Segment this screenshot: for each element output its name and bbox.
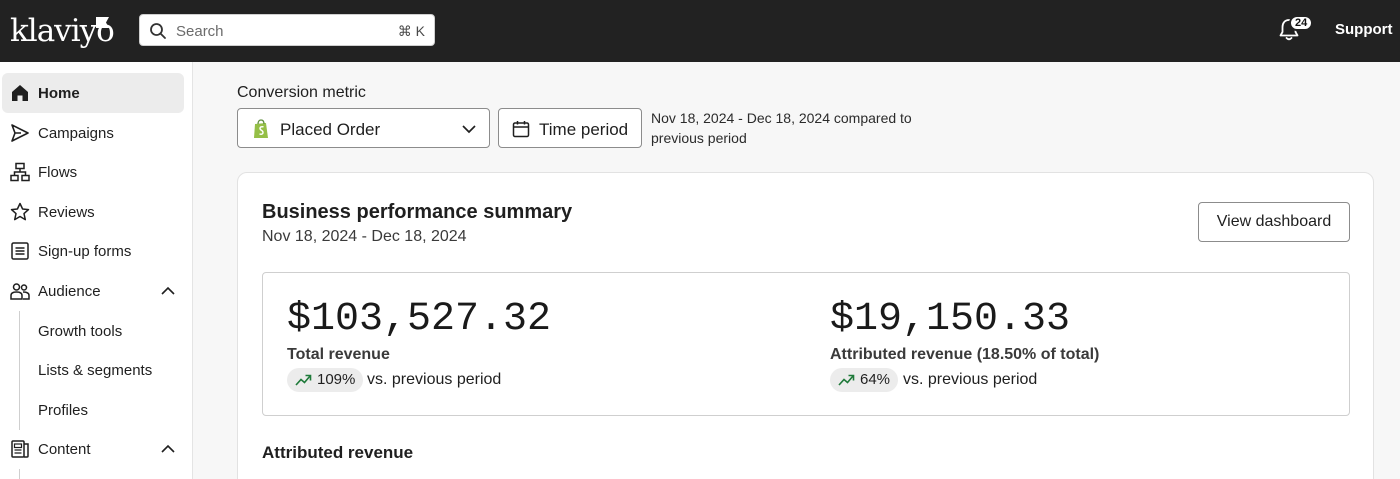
business-performance-card: Business performance summary Nov 18, 202… [237, 172, 1374, 479]
conversion-metric-label: Conversion metric [237, 84, 366, 101]
period-comparison-text: Nov 18, 2024 - Dec 18, 2024 compared to … [651, 110, 912, 146]
shopify-icon [254, 119, 268, 138]
sidebar-item-content[interactable]: Content [2, 429, 184, 469]
sidebar-item-label: Flows [38, 164, 78, 181]
sidebar-item-label: Sign-up forms [38, 243, 132, 260]
sidebar-item-label: Lists & segments [38, 362, 153, 379]
sidebar-item-profiles[interactable]: Profiles [20, 390, 184, 430]
search-icon [150, 23, 166, 39]
view-dashboard-button[interactable]: View dashboard [1198, 202, 1350, 242]
metric-value: $19,150.33 [830, 297, 1071, 342]
flows-icon [10, 162, 30, 182]
trending-up-icon [295, 374, 312, 386]
search-box[interactable]: Search ⌘ K [139, 14, 435, 46]
form-icon [11, 242, 29, 260]
sidebar-item-audience[interactable]: Audience [2, 271, 184, 311]
selected-metric: Placed Order [280, 120, 381, 139]
notification-badge: 24 [1289, 15, 1314, 31]
card-title: Business performance summary [262, 201, 573, 223]
sidebar-item-flows[interactable]: Flows [2, 152, 184, 192]
attributed-revenue-metric: $19,150.33 Attributed revenue (18.50% of… [806, 273, 1326, 417]
total-revenue-metric: $103,527.32 Total revenue 109% vs. previ… [263, 273, 783, 417]
logo-flag-icon [96, 17, 109, 28]
sidebar-item-label: Profiles [38, 402, 89, 419]
send-icon [11, 124, 29, 142]
metric-value: $103,527.32 [287, 297, 552, 342]
sidebar-item-lists-segments[interactable]: Lists & segments [20, 350, 184, 390]
sidebar-item-home[interactable]: Home [2, 73, 184, 113]
content-icon [11, 440, 29, 458]
search-shortcut: ⌘ K [397, 23, 425, 39]
calendar-icon [512, 121, 530, 138]
chevron-down-icon [462, 125, 476, 134]
change-value: 109% [317, 371, 356, 388]
metric-label: Attributed revenue (18.50% of total) [830, 346, 1100, 363]
sidebar-item-label: Reviews [38, 204, 95, 221]
home-icon [12, 85, 28, 101]
sidebar-item-signup-forms[interactable]: Sign-up forms [2, 231, 184, 271]
change-badge: 109% [287, 368, 364, 392]
sidebar-item-label: Content [38, 441, 91, 458]
change-value: 64% [860, 371, 891, 388]
sidebar: Home Campaigns Flows Reviews Sign-up for… [0, 62, 193, 479]
chevron-up-icon[interactable] [160, 441, 176, 457]
sidebar-item-label: Home [38, 85, 80, 102]
metric-label: Total revenue [287, 346, 390, 363]
search-placeholder: Search [176, 23, 224, 40]
comparison-text: vs. previous period [903, 371, 1038, 388]
metrics-panel: $103,527.32 Total revenue 109% vs. previ… [262, 272, 1350, 416]
attributed-revenue-heading: Attributed revenue [262, 443, 414, 462]
time-period-button[interactable]: Time period [498, 108, 642, 148]
comparison-text: vs. previous period [367, 371, 502, 388]
change-badge: 64% [830, 368, 899, 392]
time-period-label: Time period [539, 120, 629, 139]
support-link[interactable]: Support [1335, 21, 1393, 38]
content-tree-line [19, 469, 20, 479]
conversion-metric-select[interactable]: Placed Order [237, 108, 490, 148]
trending-up-icon [838, 374, 855, 386]
sidebar-item-growth-tools[interactable]: Growth tools [20, 311, 184, 351]
audience-icon [10, 283, 30, 300]
sidebar-item-label: Growth tools [38, 323, 123, 340]
chevron-up-icon[interactable] [160, 283, 176, 299]
sidebar-item-label: Campaigns [38, 125, 114, 142]
klaviyo-logo[interactable]: klaviyo [10, 14, 115, 48]
sidebar-item-label: Audience [38, 283, 101, 300]
card-date-range: Nov 18, 2024 - Dec 18, 2024 [262, 228, 467, 245]
star-icon [10, 202, 30, 221]
top-bar: klaviyo Search ⌘ K 24 Support [0, 0, 1400, 62]
sidebar-item-campaigns[interactable]: Campaigns [2, 113, 184, 153]
sidebar-item-reviews[interactable]: Reviews [2, 192, 184, 232]
